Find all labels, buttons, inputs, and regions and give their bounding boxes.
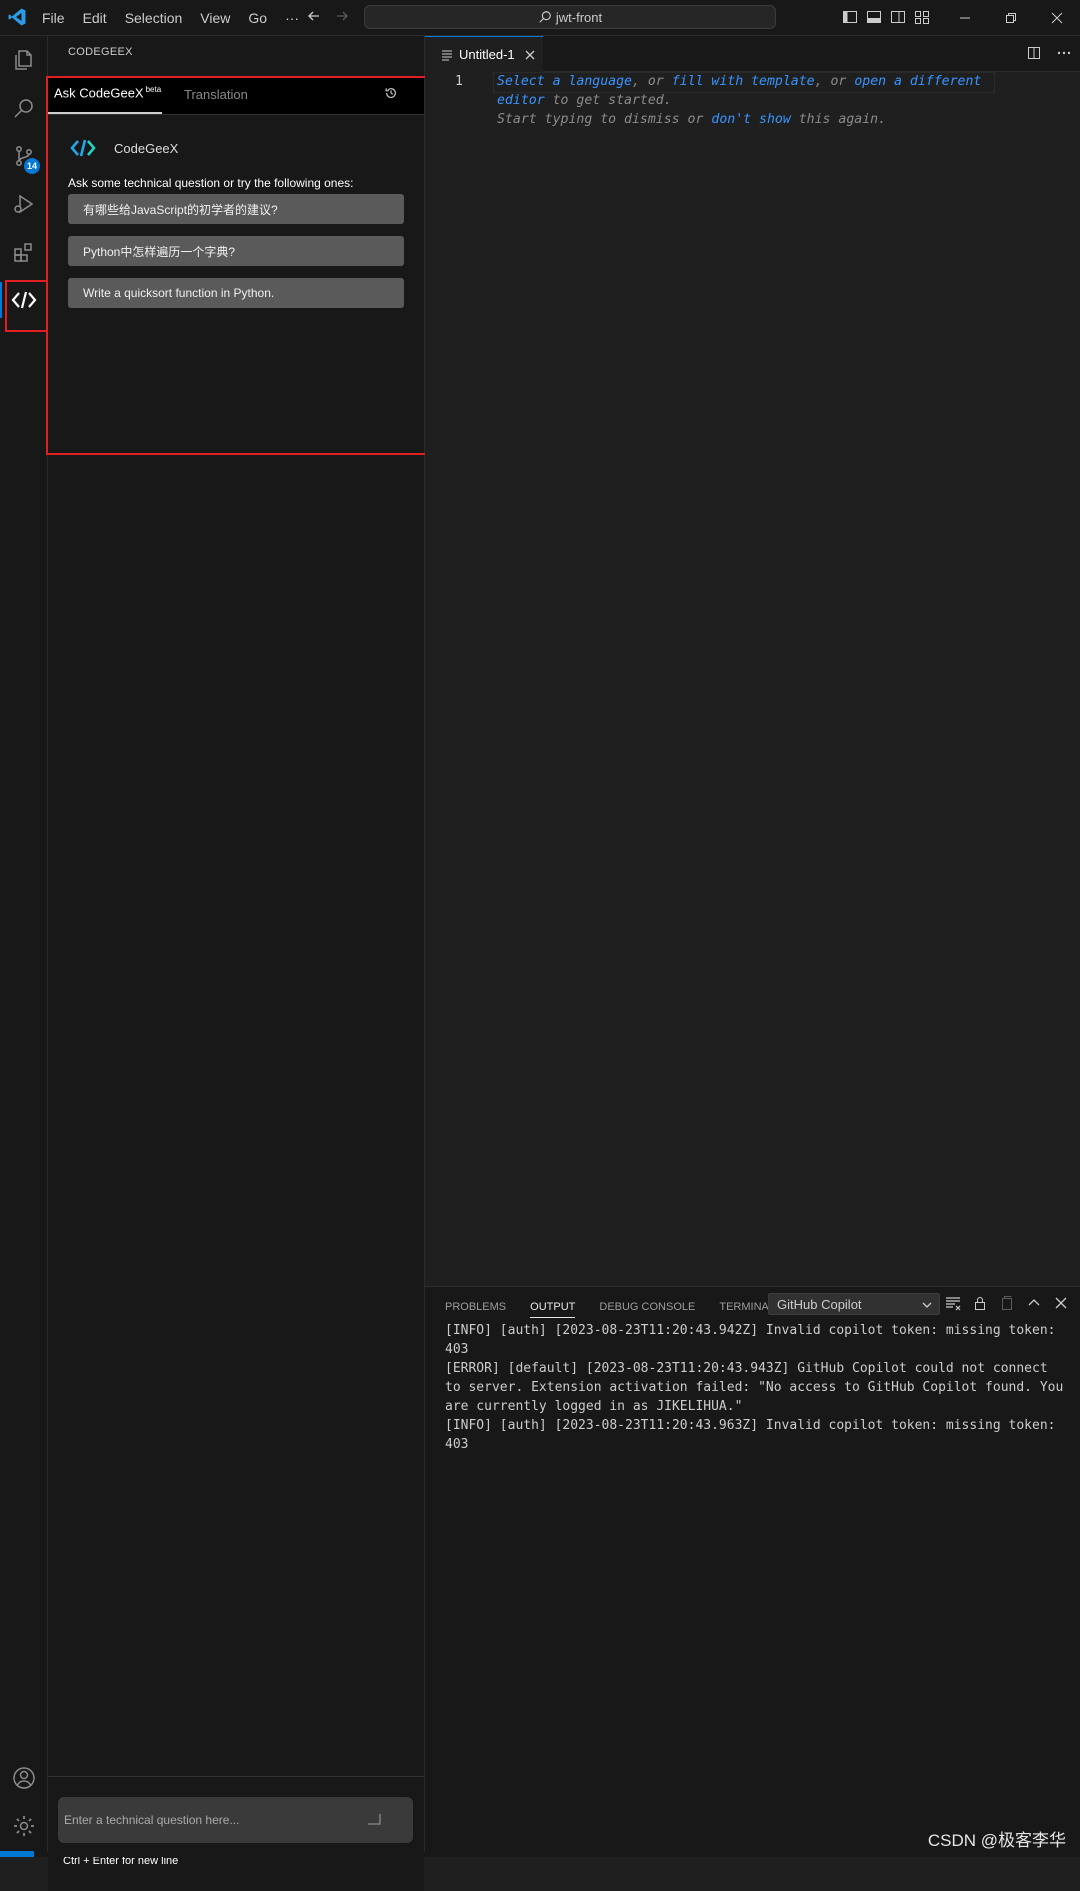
split-editor-icon[interactable] bbox=[1026, 45, 1042, 61]
sidebar-title: CODEGEEX bbox=[68, 46, 133, 58]
maximize-panel-icon[interactable] bbox=[1026, 1295, 1042, 1311]
open-log-icon[interactable] bbox=[999, 1295, 1015, 1311]
forward-arrow-icon[interactable] bbox=[334, 8, 350, 24]
restore-button[interactable] bbox=[988, 0, 1034, 35]
fill-template-link[interactable]: fill with template bbox=[672, 74, 815, 89]
toggle-primary-sidebar-icon[interactable] bbox=[842, 9, 858, 25]
close-panel-icon[interactable] bbox=[1053, 1295, 1069, 1311]
close-window-button[interactable] bbox=[1034, 0, 1080, 35]
send-icon[interactable] bbox=[366, 1813, 382, 1827]
manage-gear-icon[interactable] bbox=[0, 1802, 47, 1850]
tab-output[interactable]: OUTPUT bbox=[530, 1301, 576, 1318]
output-channel-value: GitHub Copilot bbox=[777, 1296, 862, 1312]
editor-tabs: Untitled-1 bbox=[425, 36, 1080, 72]
file-lines-icon bbox=[441, 49, 453, 61]
extensions-icon[interactable] bbox=[0, 228, 47, 276]
customize-layout-icon[interactable] bbox=[914, 9, 930, 25]
menu-go[interactable]: Go bbox=[248, 10, 267, 26]
search-view-icon[interactable] bbox=[0, 84, 47, 132]
tab-label: Untitled-1 bbox=[459, 47, 515, 62]
log-line: [INFO] [auth] [2023-08-23T11:20:43.963Z]… bbox=[445, 1418, 1064, 1452]
panel-tabs: PROBLEMS OUTPUT DEBUG CONSOLE TERMINAL bbox=[445, 1301, 799, 1318]
explorer-icon[interactable] bbox=[0, 36, 47, 84]
lock-icon[interactable] bbox=[972, 1295, 988, 1311]
hint-sep: , or bbox=[814, 74, 855, 89]
more-actions-icon[interactable] bbox=[1056, 45, 1072, 61]
output-channel-select[interactable]: GitHub Copilot bbox=[768, 1293, 940, 1315]
menu-bar: File Edit Selection View Go ··· bbox=[42, 0, 317, 35]
hint-line2-end: this again. bbox=[790, 112, 887, 127]
vscode-logo-icon bbox=[7, 7, 27, 27]
status-bar bbox=[0, 1851, 1080, 1857]
log-line: [ERROR] [default] [2023-08-23T11:20:43.9… bbox=[445, 1361, 1072, 1414]
source-control-badge: 14 bbox=[24, 158, 40, 174]
close-icon[interactable] bbox=[525, 50, 535, 60]
hint-tail: to get started. bbox=[544, 93, 672, 108]
menu-file[interactable]: File bbox=[42, 10, 65, 26]
question-input[interactable] bbox=[58, 1797, 413, 1843]
hint-sep: , or bbox=[631, 74, 672, 89]
search-icon bbox=[538, 10, 556, 24]
hint-line2-start: Start typing to dismiss or bbox=[497, 112, 712, 127]
tab-problems[interactable]: PROBLEMS bbox=[445, 1301, 506, 1318]
tab-terminal[interactable]: TERMINAL bbox=[719, 1301, 775, 1318]
tab-debug-console[interactable]: DEBUG CONSOLE bbox=[599, 1301, 695, 1318]
menu-selection[interactable]: Selection bbox=[125, 10, 183, 26]
workspace-name: jwt-front bbox=[555, 9, 603, 25]
editor-area: Untitled-1 1 Select a language, or fill … bbox=[425, 36, 1080, 1286]
tab-untitled-1[interactable]: Untitled-1 bbox=[425, 36, 543, 72]
clear-output-icon[interactable] bbox=[945, 1295, 961, 1311]
menu-edit[interactable]: Edit bbox=[83, 10, 107, 26]
highlight-box-panel bbox=[46, 76, 447, 455]
empty-editor-hint: Select a language, or fill with template… bbox=[497, 72, 997, 129]
log-line: [INFO] [auth] [2023-08-23T11:20:43.942Z]… bbox=[445, 1323, 1064, 1357]
menu-more[interactable]: ··· bbox=[285, 10, 299, 26]
output-log: [INFO] [auth] [2023-08-23T11:20:43.942Z]… bbox=[445, 1321, 1070, 1454]
minimize-button[interactable] bbox=[942, 0, 988, 35]
toggle-secondary-sidebar-icon[interactable] bbox=[890, 9, 906, 25]
menu-view[interactable]: View bbox=[200, 10, 230, 26]
back-arrow-icon[interactable] bbox=[306, 8, 322, 24]
select-language-link[interactable]: Select a language bbox=[497, 74, 632, 89]
remote-indicator[interactable] bbox=[0, 1851, 34, 1857]
accounts-icon[interactable] bbox=[0, 1754, 47, 1802]
command-center-search[interactable]: jwt-front bbox=[364, 5, 776, 29]
title-bar: File Edit Selection View Go ··· jwt-fron… bbox=[0, 0, 1080, 36]
bottom-panel: PROBLEMS OUTPUT DEBUG CONSOLE TERMINAL G… bbox=[425, 1286, 1080, 1852]
watermark: CSDN @极客李华 bbox=[927, 1831, 1066, 1850]
toggle-panel-icon[interactable] bbox=[866, 9, 882, 25]
run-debug-icon[interactable] bbox=[0, 180, 47, 228]
source-control-icon[interactable]: 14 bbox=[0, 132, 47, 180]
dont-show-link[interactable]: don't show bbox=[711, 112, 790, 127]
active-indicator bbox=[0, 282, 2, 318]
line-number: 1 bbox=[455, 74, 463, 89]
chat-input-area: Ctrl + Enter for new line bbox=[48, 1776, 424, 1891]
